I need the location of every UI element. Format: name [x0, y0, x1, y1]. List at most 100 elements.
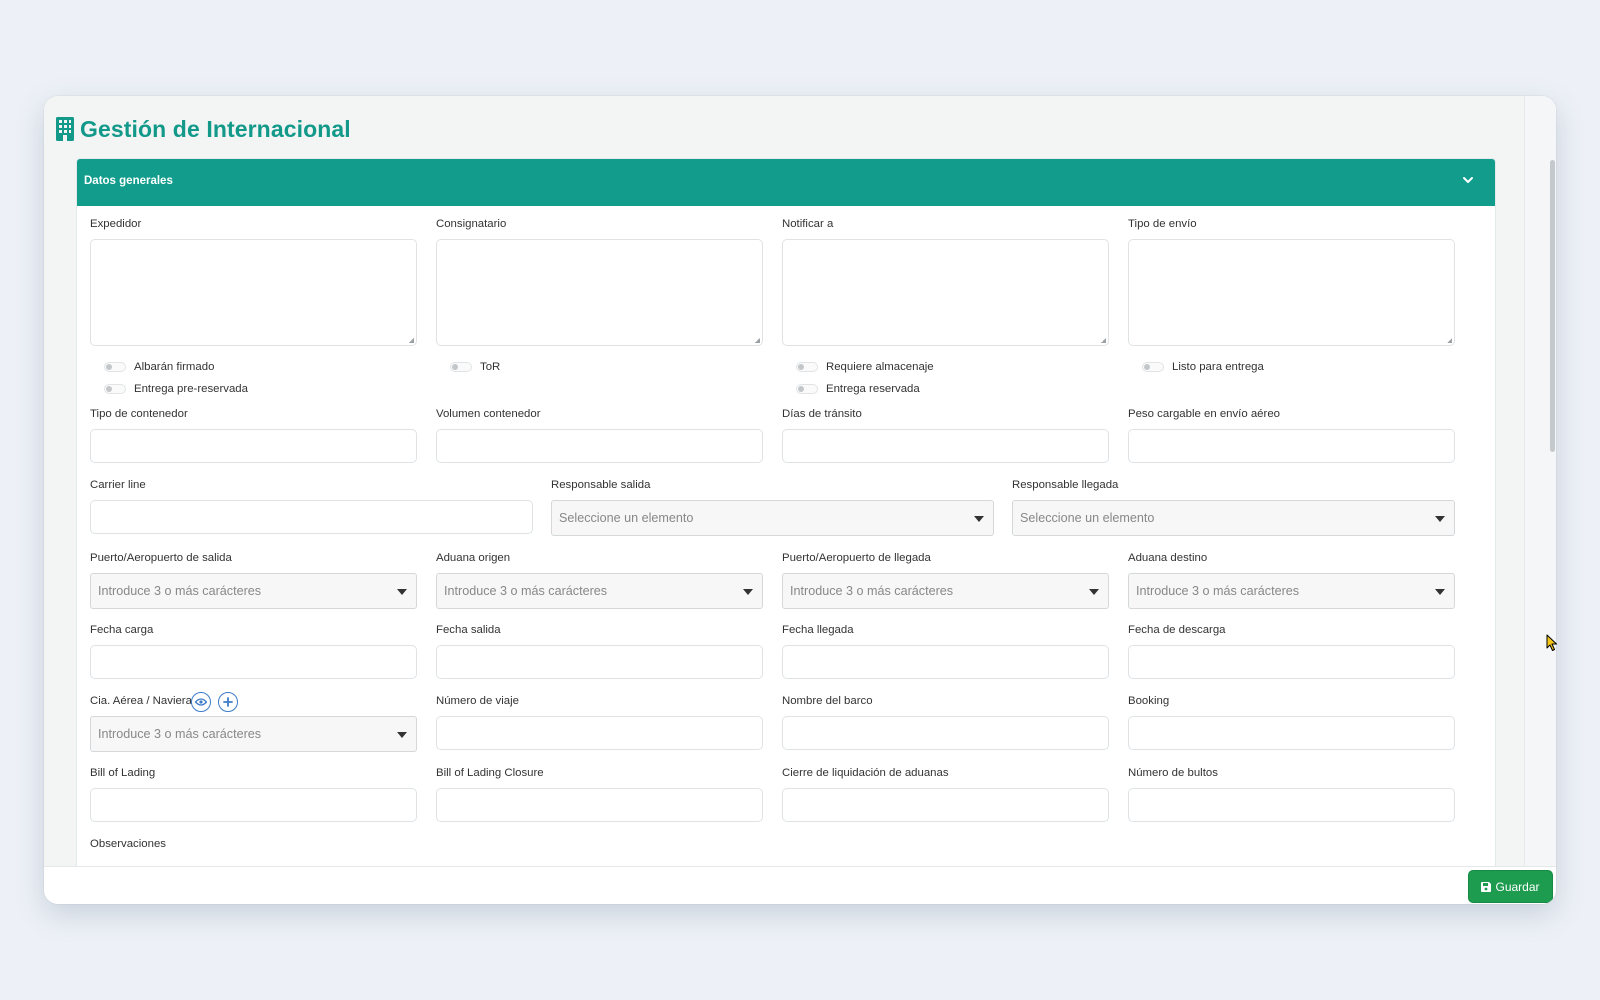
carrier-line-label: Carrier line	[90, 479, 146, 491]
footer-bar: Guardar	[44, 866, 1556, 904]
responsable-salida-label: Responsable salida	[551, 479, 651, 491]
responsable-llegada-label: Responsable llegada	[1012, 479, 1119, 491]
datos-generales-panel: Datos generales Expedidor Consignatario …	[76, 158, 1496, 866]
panel-title: Datos generales	[84, 175, 173, 187]
entrega-pre-reservada-toggle[interactable]: Entrega pre-reservada	[104, 383, 248, 395]
content-area: Gestión de Internacional Datos generales…	[44, 96, 1524, 866]
cierre-liquidacion-input[interactable]	[782, 788, 1109, 822]
carrier-line-input[interactable]	[90, 500, 533, 534]
toggle-switch[interactable]	[1142, 362, 1164, 372]
numero-bultos-input[interactable]	[1128, 788, 1455, 822]
notificar-label: Notificar a	[782, 218, 834, 230]
page-header: Gestión de Internacional	[56, 114, 351, 144]
fecha-salida-input[interactable]	[436, 645, 763, 679]
peso-cargable-input[interactable]	[1128, 429, 1455, 463]
page-title: Gestión de Internacional	[80, 115, 351, 142]
tipo-envio-textarea[interactable]	[1128, 239, 1455, 346]
mouse-cursor-icon	[1546, 634, 1557, 651]
toggle-label: ToR	[480, 361, 501, 373]
cierre-liquidacion-label: Cierre de liquidación de aduanas	[782, 767, 949, 779]
fecha-carga-label: Fecha carga	[90, 624, 154, 636]
dias-transito-input[interactable]	[782, 429, 1109, 463]
toggle-switch[interactable]	[104, 362, 126, 372]
chevron-down-icon[interactable]	[1461, 173, 1475, 192]
plus-icon[interactable]	[218, 692, 238, 712]
booking-input[interactable]	[1128, 716, 1455, 750]
expedidor-label: Expedidor	[90, 218, 142, 230]
toggle-label: Entrega pre-reservada	[134, 383, 248, 395]
select-placeholder: Introduce 3 o más carácteres	[98, 584, 262, 598]
select-placeholder: Seleccione un elemento	[1020, 511, 1155, 525]
bill-of-lading-closure-input[interactable]	[436, 788, 763, 822]
building-icon	[56, 117, 74, 141]
select-placeholder: Seleccione un elemento	[559, 511, 694, 525]
panel-header[interactable]: Datos generales	[77, 159, 1495, 206]
bill-of-lading-closure-label: Bill of Lading Closure	[436, 767, 544, 779]
puerto-llegada-select[interactable]: Introduce 3 o más carácteres	[782, 573, 1109, 609]
caret-down-icon	[743, 589, 753, 595]
caret-down-icon	[1435, 589, 1445, 595]
aduana-origen-select[interactable]: Introduce 3 o más carácteres	[436, 573, 763, 609]
tor-toggle[interactable]: ToR	[450, 361, 500, 373]
fecha-descarga-input[interactable]	[1128, 645, 1455, 679]
toggle-switch[interactable]	[796, 384, 818, 394]
aduana-destino-label: Aduana destino	[1128, 552, 1208, 564]
numero-viaje-label: Número de viaje	[436, 695, 519, 707]
bill-of-lading-input[interactable]	[90, 788, 417, 822]
consignatario-label: Consignatario	[436, 218, 507, 230]
floppy-disk-icon	[1481, 881, 1492, 892]
bill-of-lading-label: Bill of Lading	[90, 767, 156, 779]
fecha-llegada-input[interactable]	[782, 645, 1109, 679]
cia-aerea-select[interactable]: Introduce 3 o más carácteres	[90, 716, 417, 752]
eye-icon[interactable]	[191, 692, 211, 712]
app-window: Gestión de Internacional Datos generales…	[44, 96, 1556, 904]
requiere-almacenaje-toggle[interactable]: Requiere almacenaje	[796, 361, 934, 373]
save-button-label: Guardar	[1495, 879, 1540, 894]
entrega-reservada-toggle[interactable]: Entrega reservada	[796, 383, 920, 395]
save-button[interactable]: Guardar	[1468, 870, 1553, 903]
volumen-contenedor-input[interactable]	[436, 429, 763, 463]
aduana-origen-label: Aduana origen	[436, 552, 511, 564]
numero-viaje-input[interactable]	[436, 716, 763, 750]
vertical-scrollbar-thumb[interactable]	[1550, 160, 1555, 452]
nombre-barco-input[interactable]	[782, 716, 1109, 750]
toggle-label: Albarán firmado	[134, 361, 215, 373]
caret-down-icon	[974, 516, 984, 522]
toggle-label: Entrega reservada	[826, 383, 920, 395]
aduana-destino-select[interactable]: Introduce 3 o más carácteres	[1128, 573, 1455, 609]
consignatario-textarea[interactable]	[436, 239, 763, 346]
nombre-barco-label: Nombre del barco	[782, 695, 873, 707]
caret-down-icon	[1435, 516, 1445, 522]
numero-bultos-label: Número de bultos	[1128, 767, 1218, 779]
albaran-firmado-toggle[interactable]: Albarán firmado	[104, 361, 214, 373]
tipo-contenedor-label: Tipo de contenedor	[90, 408, 188, 420]
fecha-carga-input[interactable]	[90, 645, 417, 679]
responsable-llegada-select[interactable]: Seleccione un elemento	[1012, 500, 1455, 536]
toggle-switch[interactable]	[450, 362, 472, 372]
toggle-label: Listo para entrega	[1172, 361, 1264, 373]
dias-transito-label: Días de tránsito	[782, 408, 862, 420]
expedidor-textarea[interactable]	[90, 239, 417, 346]
tipo-contenedor-input[interactable]	[90, 429, 417, 463]
observaciones-label: Observaciones	[90, 838, 166, 850]
select-placeholder: Introduce 3 o más carácteres	[444, 584, 608, 598]
cia-aerea-label: Cia. Aérea / Naviera	[90, 695, 192, 707]
booking-label: Booking	[1128, 695, 1170, 707]
toggle-label: Requiere almacenaje	[826, 361, 934, 373]
notificar-textarea[interactable]	[782, 239, 1109, 346]
toggle-switch[interactable]	[104, 384, 126, 394]
listo-para-entrega-toggle[interactable]: Listo para entrega	[1142, 361, 1264, 373]
fecha-descarga-label: Fecha de descarga	[1128, 624, 1226, 636]
select-placeholder: Introduce 3 o más carácteres	[1136, 584, 1300, 598]
toggle-switch[interactable]	[796, 362, 818, 372]
puerto-salida-label: Puerto/Aeropuerto de salida	[90, 552, 232, 564]
puerto-llegada-label: Puerto/Aeropuerto de llegada	[782, 552, 931, 564]
responsable-salida-select[interactable]: Seleccione un elemento	[551, 500, 994, 536]
caret-down-icon	[397, 589, 407, 595]
fecha-salida-label: Fecha salida	[436, 624, 501, 636]
fecha-llegada-label: Fecha llegada	[782, 624, 854, 636]
caret-down-icon	[1089, 589, 1099, 595]
puerto-salida-select[interactable]: Introduce 3 o más carácteres	[90, 573, 417, 609]
peso-cargable-label: Peso cargable en envío aéreo	[1128, 408, 1280, 420]
volumen-contenedor-label: Volumen contenedor	[436, 408, 541, 420]
